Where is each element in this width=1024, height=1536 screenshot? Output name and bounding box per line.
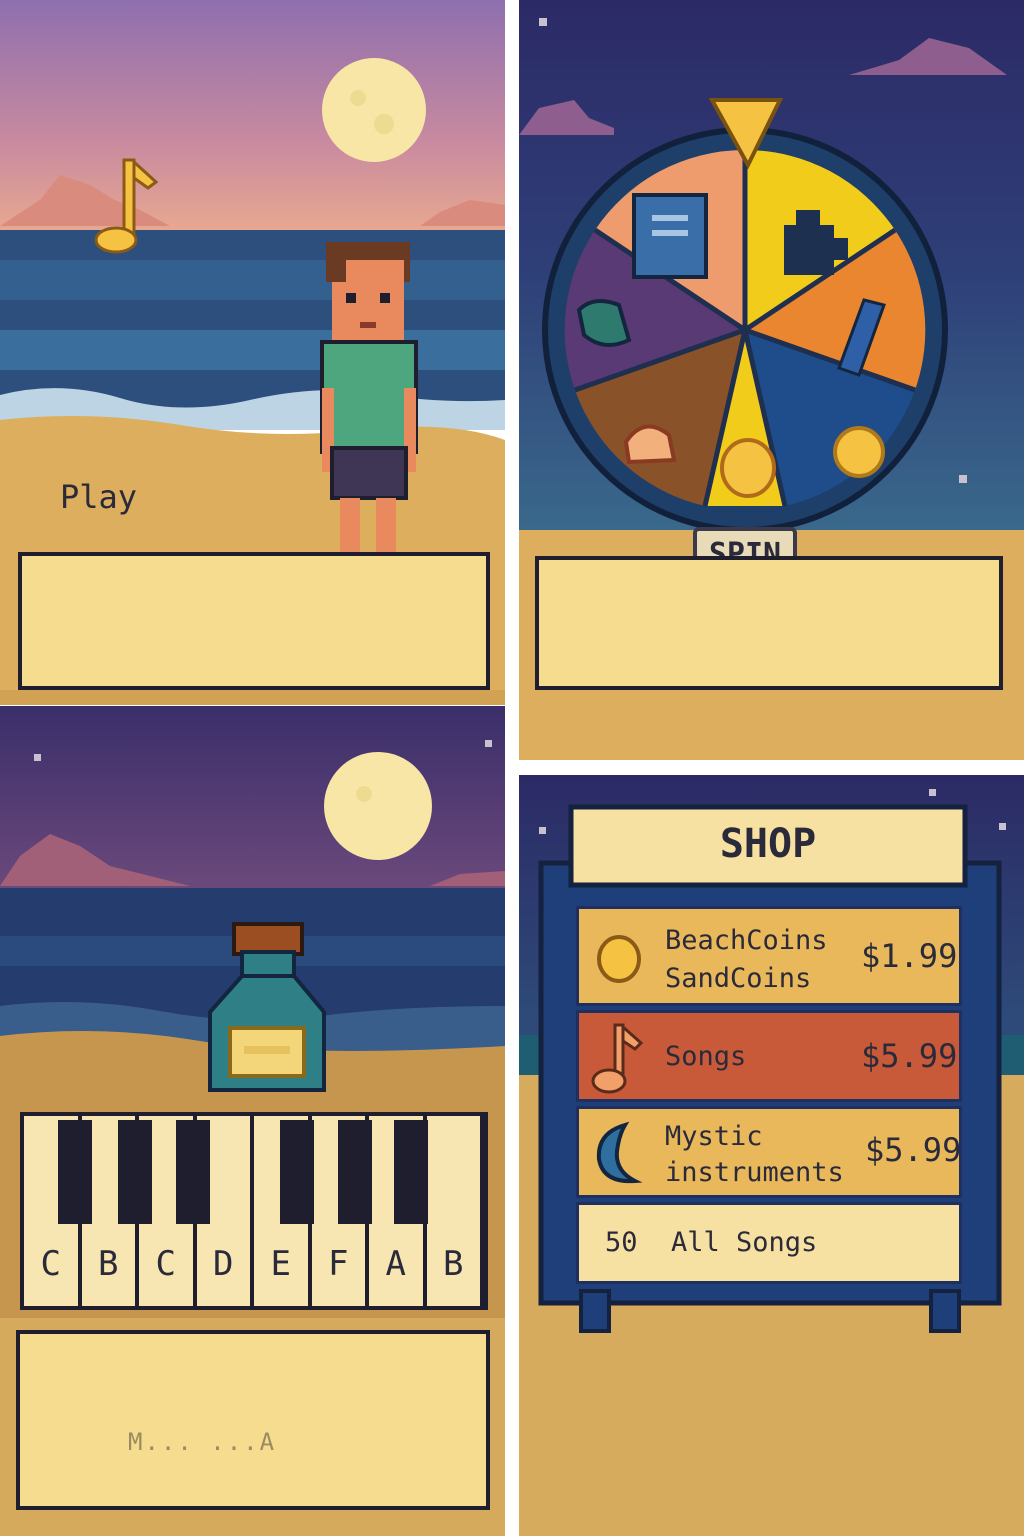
fire-icon bbox=[720, 438, 776, 498]
piano-key-white[interactable]: B bbox=[426, 1116, 480, 1306]
moon-icon bbox=[596, 1121, 643, 1184]
leaf-icon bbox=[576, 299, 632, 347]
piano-key-black[interactable] bbox=[338, 1120, 372, 1224]
coin-icon bbox=[833, 426, 885, 478]
moon-icon bbox=[324, 752, 432, 860]
play-dialog-box bbox=[18, 552, 490, 690]
piano-key-black[interactable] bbox=[58, 1120, 92, 1224]
shop-title: SHOP bbox=[719, 821, 817, 867]
shop-item-price: $1.99 bbox=[861, 937, 958, 975]
coin-icon bbox=[597, 935, 641, 983]
shop-item-price: $5.99 bbox=[861, 1037, 958, 1075]
moon-icon bbox=[322, 58, 426, 162]
music-note-icon bbox=[94, 158, 159, 254]
shop-bundle-all-songs[interactable]: 50 All Songs bbox=[576, 1202, 962, 1284]
piano-caption: M... ...A bbox=[128, 1428, 277, 1456]
bundle-label: All Songs bbox=[671, 1227, 818, 1258]
message-bottle-icon[interactable] bbox=[204, 920, 330, 1100]
player-character bbox=[320, 242, 418, 556]
play-label[interactable]: Play bbox=[60, 478, 137, 516]
shop-item-name: Songs bbox=[665, 1041, 747, 1072]
shop-item-name: Mystic bbox=[665, 1121, 763, 1152]
piano-dialog-box: M... ...A bbox=[16, 1330, 490, 1510]
shop-item-songs[interactable]: Songs $5.99 bbox=[576, 1010, 962, 1102]
shop-item-name: BeachCoins bbox=[665, 925, 828, 956]
prize-wheel[interactable] bbox=[534, 90, 956, 540]
piano-key-black[interactable] bbox=[176, 1120, 210, 1224]
piano-keyboard[interactable]: C B C D E F A B bbox=[20, 1112, 488, 1310]
play-panel: Play bbox=[0, 0, 505, 705]
bread-icon bbox=[623, 424, 677, 465]
book-icon bbox=[632, 193, 708, 279]
piano-key-black[interactable] bbox=[118, 1120, 152, 1224]
piano-key-black[interactable] bbox=[394, 1120, 428, 1224]
music-note-icon bbox=[591, 1023, 644, 1094]
shop-item-price: $5.99 bbox=[865, 1131, 962, 1169]
shop-item-name-2: instruments bbox=[665, 1157, 844, 1188]
piano-key-black[interactable] bbox=[280, 1120, 314, 1224]
wheel-panel: SPIN bbox=[519, 0, 1024, 760]
shop-item-beachcoins[interactable]: BeachCoins SandCoins $1.99 bbox=[576, 906, 962, 1006]
wheel-dialog-box bbox=[535, 556, 1003, 690]
shop-item-mystic-instruments[interactable]: Mystic instruments $5.99 bbox=[576, 1106, 962, 1198]
shop-item-name-2: SandCoins bbox=[665, 963, 812, 994]
bundle-count: 50 bbox=[605, 1227, 638, 1258]
